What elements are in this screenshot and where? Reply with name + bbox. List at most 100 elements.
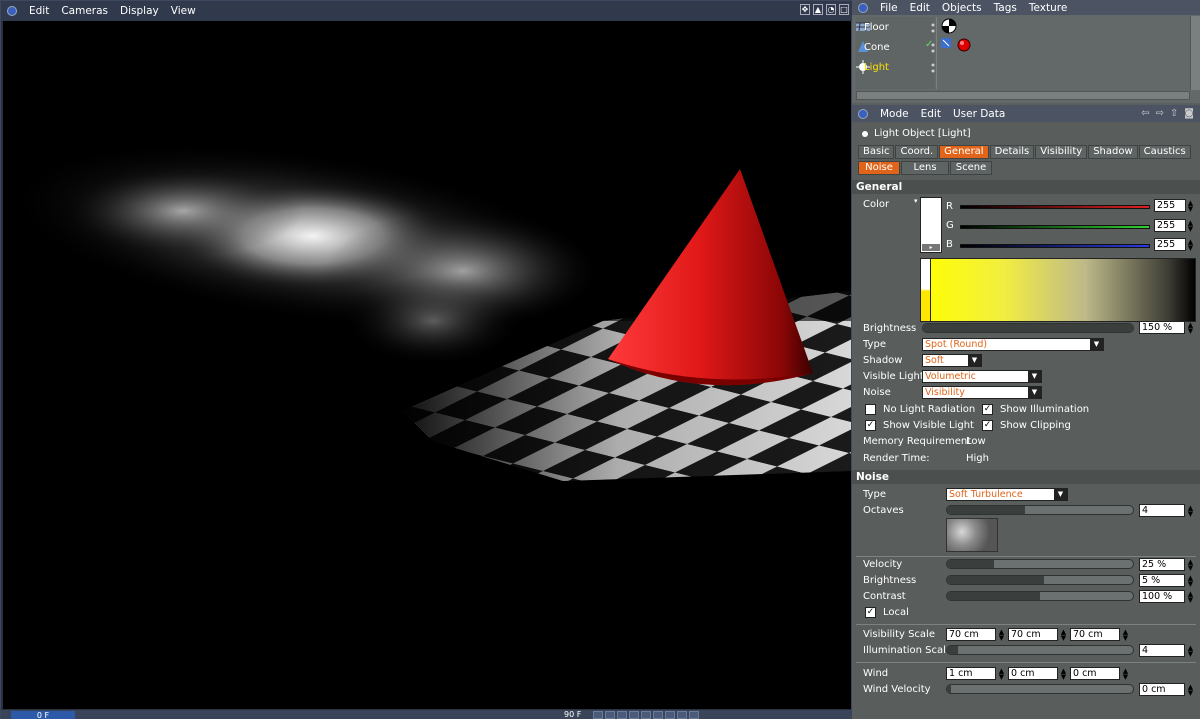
- illumination-scale-field[interactable]: 4: [1139, 644, 1185, 657]
- noise-brightness-spinner-icon[interactable]: ▲ ▼: [1187, 575, 1194, 588]
- light-type-dropdown[interactable]: Spot (Round) ▼: [922, 338, 1104, 351]
- green-spinner-icon[interactable]: ▲ ▼: [1187, 220, 1194, 233]
- visibility-scale-x-spinner-icon[interactable]: ▲ ▼: [998, 629, 1005, 642]
- object-row-floor[interactable]: Floor: [856, 17, 934, 37]
- contrast-spinner-icon[interactable]: ▲ ▼: [1187, 591, 1194, 604]
- visibility-scale-y-field[interactable]: 70 cm: [1008, 628, 1058, 641]
- render-view[interactable]: [3, 21, 851, 709]
- visibility-scale-y-spinner-icon[interactable]: ▲ ▼: [1060, 629, 1067, 642]
- tab-lens[interactable]: Lens: [901, 161, 949, 175]
- back-arrow-icon[interactable]: ⇦: [1141, 108, 1149, 119]
- velocity-spinner-icon[interactable]: ▲ ▼: [1187, 559, 1194, 572]
- show-clipping-checkbox[interactable]: ✓: [982, 420, 993, 431]
- blue-slider[interactable]: [960, 244, 1150, 248]
- keyframe-icon[interactable]: [677, 711, 687, 719]
- menu-tags[interactable]: Tags: [988, 2, 1023, 14]
- menu-user-data[interactable]: User Data: [947, 108, 1011, 120]
- wind-velocity-spinner-icon[interactable]: ▲ ▼: [1187, 684, 1194, 697]
- menu-objects[interactable]: Objects: [936, 2, 988, 14]
- show-visible-light-checkbox[interactable]: ✓: [865, 420, 876, 431]
- wind-z-field[interactable]: 0 cm: [1070, 667, 1120, 680]
- brightness-field[interactable]: 150 %: [1139, 321, 1185, 334]
- autokey-icon[interactable]: [665, 711, 675, 719]
- noise-dropdown[interactable]: Visibility ▼: [922, 386, 1042, 399]
- velocity-field[interactable]: 25 %: [1139, 558, 1185, 571]
- visible-light-dropdown[interactable]: Volumetric ▼: [922, 370, 1042, 383]
- panel-menu-icon[interactable]: [7, 6, 17, 16]
- menu-edit[interactable]: Edit: [915, 108, 947, 120]
- enabled-check-icon[interactable]: ✓: [925, 39, 933, 50]
- up-arrow-icon[interactable]: ⇧: [1170, 108, 1178, 119]
- green-slider[interactable]: [960, 225, 1150, 229]
- move-view-icon[interactable]: ✥: [800, 4, 810, 15]
- texture-tag-icon[interactable]: [941, 38, 951, 48]
- octaves-slider[interactable]: [946, 505, 1134, 515]
- menu-view[interactable]: View: [165, 5, 202, 17]
- red-value-field[interactable]: 255: [1154, 199, 1186, 212]
- menu-edit[interactable]: Edit: [904, 2, 936, 14]
- red-material-icon[interactable]: [957, 38, 971, 52]
- hue-bar[interactable]: [921, 259, 931, 321]
- menu-mode[interactable]: Mode: [874, 108, 915, 120]
- maximize-view-icon[interactable]: □: [839, 4, 849, 15]
- color-picker-gradient[interactable]: [920, 258, 1196, 322]
- blue-value-field[interactable]: 255: [1154, 238, 1186, 251]
- show-illumination-checkbox[interactable]: ✓: [982, 404, 993, 415]
- brightness-spinner-icon[interactable]: ▲ ▼: [1187, 322, 1194, 335]
- menu-file[interactable]: File: [874, 2, 904, 14]
- visibility-scale-x-field[interactable]: 70 cm: [946, 628, 996, 641]
- wind-x-spinner-icon[interactable]: ▲ ▼: [998, 668, 1005, 681]
- red-spinner-icon[interactable]: ▲ ▼: [1187, 200, 1194, 213]
- tab-coord[interactable]: Coord.: [895, 145, 939, 159]
- tab-visibility[interactable]: Visibility: [1035, 145, 1088, 159]
- menu-texture[interactable]: Texture: [1023, 2, 1073, 14]
- brightness-slider[interactable]: [922, 323, 1134, 333]
- object-name[interactable]: Light: [856, 62, 898, 73]
- tab-details[interactable]: Details: [989, 145, 1035, 159]
- panel-menu-icon[interactable]: [858, 108, 868, 119]
- color-swatch[interactable]: ▸: [920, 197, 942, 253]
- forward-arrow-icon[interactable]: ⇨: [1156, 108, 1164, 119]
- tab-scene[interactable]: Scene: [950, 161, 992, 175]
- object-manager-scrollbar[interactable]: [1190, 16, 1200, 90]
- menu-display[interactable]: Display: [114, 5, 165, 17]
- section-general-header[interactable]: General: [852, 180, 1200, 194]
- wind-velocity-slider[interactable]: [946, 684, 1134, 694]
- play-icon[interactable]: [617, 711, 627, 719]
- timeline-options-icon[interactable]: [689, 711, 699, 719]
- wind-y-field[interactable]: 0 cm: [1008, 667, 1058, 680]
- red-slider[interactable]: [960, 205, 1150, 209]
- no-light-radiation-checkbox[interactable]: [865, 404, 876, 415]
- section-noise-header[interactable]: Noise: [852, 470, 1200, 484]
- wind-velocity-field[interactable]: 0 cm: [1139, 683, 1185, 696]
- octaves-field[interactable]: 4: [1139, 504, 1185, 517]
- menu-edit[interactable]: Edit: [23, 5, 55, 17]
- tab-caustics[interactable]: Caustics: [1138, 145, 1191, 159]
- object-name[interactable]: Floor: [856, 22, 898, 33]
- panel-menu-icon[interactable]: [858, 2, 868, 13]
- contrast-slider[interactable]: [946, 591, 1134, 601]
- contrast-field[interactable]: 100 %: [1139, 590, 1185, 603]
- menu-cameras[interactable]: Cameras: [55, 5, 114, 17]
- noise-brightness-field[interactable]: 5 %: [1139, 574, 1185, 587]
- object-row-light[interactable]: Light: [856, 57, 934, 77]
- color-menu-arrow-icon[interactable]: ▾: [914, 197, 918, 205]
- visibility-scale-z-spinner-icon[interactable]: ▲ ▼: [1122, 629, 1129, 642]
- rotate-view-icon[interactable]: ◔: [826, 4, 836, 15]
- tab-noise[interactable]: Noise: [858, 161, 900, 175]
- prev-frame-icon[interactable]: [605, 711, 615, 719]
- local-checkbox[interactable]: ✓: [865, 607, 876, 618]
- object-name[interactable]: Cone: [856, 42, 898, 53]
- record-icon[interactable]: [653, 711, 663, 719]
- velocity-slider[interactable]: [946, 559, 1134, 569]
- noise-brightness-slider[interactable]: [946, 575, 1134, 585]
- octaves-spinner-icon[interactable]: ▲ ▼: [1187, 505, 1194, 518]
- blue-spinner-icon[interactable]: ▲ ▼: [1187, 239, 1194, 252]
- zoom-view-icon[interactable]: ▲: [813, 4, 823, 15]
- wind-y-spinner-icon[interactable]: ▲ ▼: [1060, 668, 1067, 681]
- shadow-dropdown[interactable]: Soft ▼: [922, 354, 982, 367]
- visibility-scale-z-field[interactable]: 70 cm: [1070, 628, 1120, 641]
- tab-basic[interactable]: Basic: [858, 145, 895, 159]
- go-end-icon[interactable]: [641, 711, 651, 719]
- illumination-scale-slider[interactable]: [946, 645, 1134, 655]
